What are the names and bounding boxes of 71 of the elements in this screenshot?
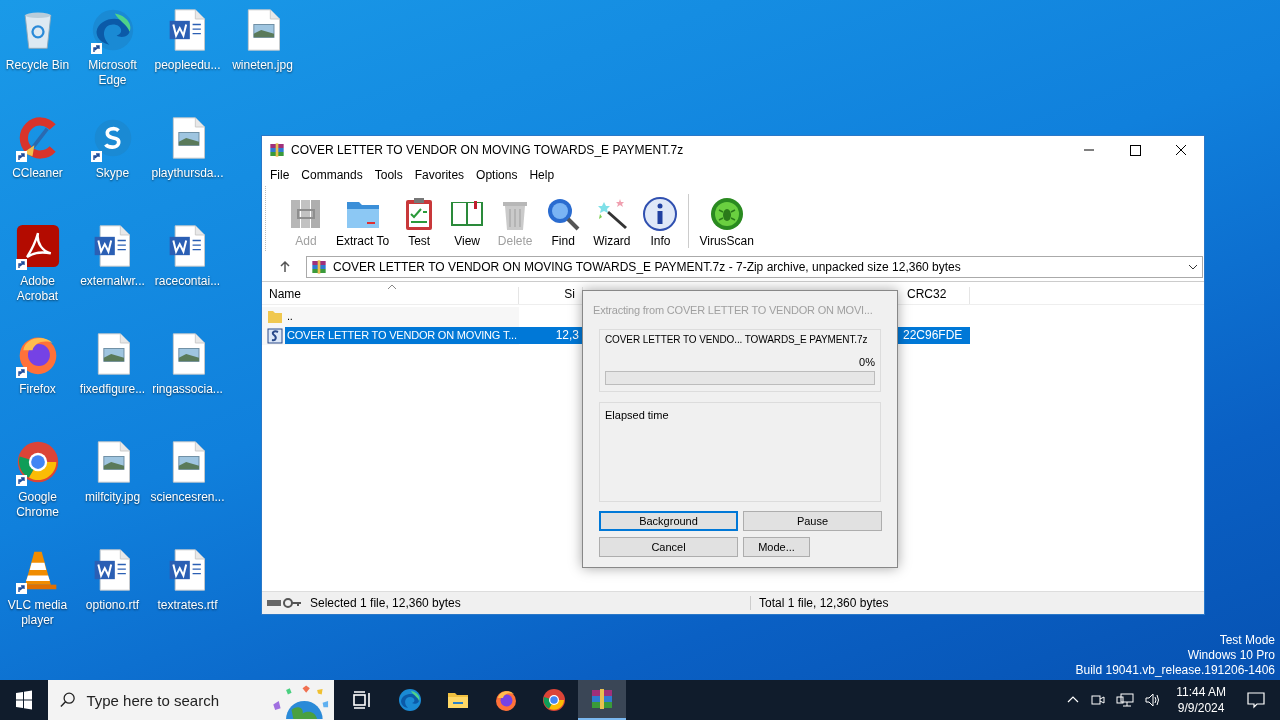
books-icon [311,259,327,275]
network-icon[interactable] [1116,692,1135,708]
column-header[interactable]: Name [262,287,519,304]
menu-item[interactable]: Help [523,168,561,182]
status-text: Total 1 file, 12,360 bytes [759,596,889,610]
size-cell: 12,3 [519,327,583,344]
desktop-icon[interactable]: Adobe Acrobat [0,222,75,304]
acrobat-icon [15,224,60,268]
desktop-icon[interactable]: sciencesren... [150,438,225,505]
menu-item[interactable]: Tools [368,168,409,182]
desktop-icon[interactable]: Firefox [0,330,75,397]
menu-item[interactable]: Commands [295,168,369,182]
search-icon [60,691,77,709]
drive-key-icon [266,597,302,609]
desktop-icon[interactable]: VLC media player [0,546,75,628]
books-icon [269,142,285,158]
info-icon [642,196,679,232]
sort-caret-icon [387,284,397,290]
desktop-icon[interactable]: optiono.rtf [75,546,150,613]
dialog-title: Extracting from COVER LETTER TO VENDOR ON MOVI... [593,303,873,318]
desktop-icon[interactable]: racecontai... [150,222,225,289]
file-name-label: COVER LETTER TO VENDO... TOWARDS_E PAYMENT.7z [605,334,868,345]
window-title: COVER LETTER TO VENDOR ON MOVING TOWARDS_E PAYMENT.7z [291,143,685,157]
toolbar-button[interactable]: Find [539,196,588,248]
toolbar-button[interactable]: Info [636,196,685,248]
status-text: Selected 1 file, 12,360 bytes [310,596,751,610]
notification-icon[interactable] [1246,690,1266,710]
edge-icon [90,8,135,52]
desktop-icon[interactable]: textrates.rtf [150,546,225,613]
windows-watermark-text: Windows 10 Pro [1187,648,1275,663]
desktop-icon[interactable]: externalwr... [75,222,150,289]
chrome-icon [15,440,60,484]
search-icon [545,196,582,232]
desktop-icon[interactable]: milfcity.jpg [75,438,150,505]
up-arrow-icon[interactable] [278,260,292,274]
desktop-icon[interactable]: ringassocia... [150,330,225,397]
toolbar-button[interactable]: Test [395,196,444,248]
folder-icon [267,308,283,325]
camera-icon[interactable] [1090,692,1107,708]
dialog-button[interactable]: Background [599,511,738,531]
address-field[interactable]: COVER LETTER TO VENDOR ON MOVING TOWARDS_E PAYMENT.7z - 7-Zip archive, unpacked size 12,360 bytes [306,256,1203,278]
dialog-button[interactable]: Mode... [743,537,810,557]
menu-item[interactable]: Favorites [408,168,471,182]
dialog-button[interactable]: Pause [743,511,882,531]
dropdown-caret-icon [1188,262,1198,272]
search-field[interactable]: Type here to search [48,680,334,720]
edge-icon [398,688,422,712]
firefox-icon [494,688,518,712]
elapsed-label: Elapsed time [605,409,669,421]
menu-item[interactable]: File [264,168,296,182]
search-input[interactable]: Type here to search [84,690,259,710]
toolbar-button[interactable]: VirusScan [693,196,760,248]
toolbar-button[interactable]: Extract To [330,196,396,248]
toolbar-button[interactable]: View [443,196,492,248]
column-header[interactable]: CRC32 [900,287,970,304]
windows-watermark-text: Test Mode [1219,633,1275,648]
chrome-icon [542,688,566,712]
desktop-icon[interactable]: fixedfigure... [75,330,150,397]
windows-watermark-text: Build 19041.vb_release.191206-1406 [1075,663,1275,678]
toolbar-button[interactable]: Wizard [587,196,637,248]
clock[interactable]: 11:44 AM 9/9/2024 [1176,684,1226,716]
percent-label: 0% [859,356,875,368]
bug-icon [708,196,745,232]
menu-item[interactable]: Options [470,168,524,182]
crc-cell: 22C96FDE [900,327,970,344]
file-name-cell[interactable]: COVER LETTER TO VENDOR ON MOVING T... [285,327,519,344]
file-icon [267,327,283,344]
dialog-button[interactable]: Cancel [599,537,738,557]
books-icon [590,687,614,711]
desktop-icon[interactable]: Google Chrome [0,438,75,520]
taskbar-app-button[interactable] [578,680,626,720]
